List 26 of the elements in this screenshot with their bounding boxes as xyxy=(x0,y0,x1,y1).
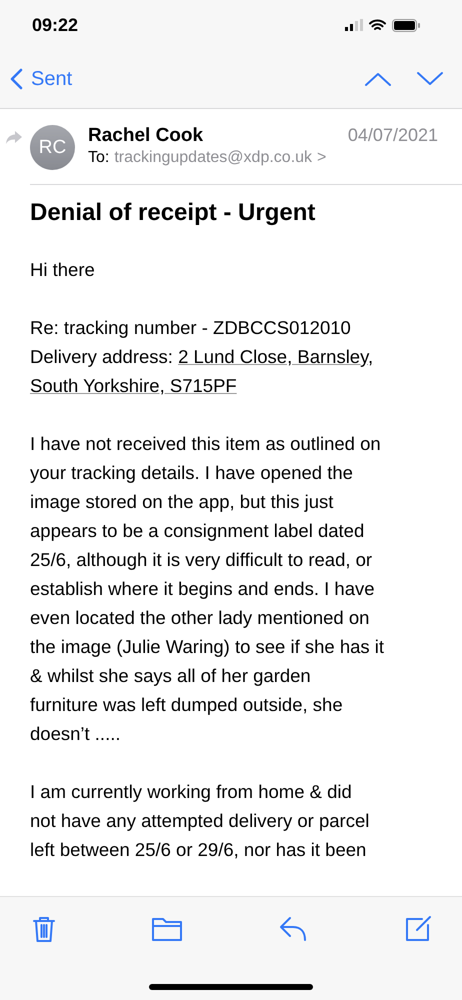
folder-icon[interactable] xyxy=(151,915,184,943)
signal-icon xyxy=(345,19,363,31)
reference-text: Re: tracking number - ZDBCCS012010 xyxy=(30,316,352,340)
previous-message-icon[interactable] xyxy=(364,71,392,87)
email-subject: Denial of receipt - Urgent xyxy=(30,199,316,227)
sender-avatar: RC xyxy=(30,125,75,170)
address-link[interactable]: 2 Lund Close, Barnsley, xyxy=(178,346,374,367)
address-link[interactable]: South Yorkshire, S715PF xyxy=(30,375,237,396)
sender-name: Rachel Cook xyxy=(88,125,204,147)
body-paragraph: I have not received this item as outlined on your tracking details. I have opened the image stored on the app, but this just appears to be a consignment label dated 25/6, although it is very difficult to read, or establish where it begins and ends. I have even located the other lady mentioned on the image (Julie Waring) to see if she has it & whilst she says all of her garden furniture was left dumped outside, she doesn’t ..... xyxy=(30,432,386,746)
reply-icon[interactable] xyxy=(278,915,309,943)
to-label: To: xyxy=(88,149,110,167)
compose-icon[interactable] xyxy=(404,915,432,943)
status-time: 09:22 xyxy=(32,14,78,36)
greeting-text: Hi there xyxy=(30,258,96,282)
back-chevron-icon xyxy=(10,68,23,90)
body-paragraph: I am currently working from home & did not have any attempted delivery or parcel left between 25/6 or 29/6, nor has it been xyxy=(30,780,370,862)
next-message-icon[interactable] xyxy=(416,71,444,87)
back-button[interactable]: Sent xyxy=(10,68,72,90)
trash-icon[interactable] xyxy=(32,915,56,943)
wifi-icon xyxy=(369,18,386,32)
battery-icon xyxy=(392,18,420,32)
details-chevron[interactable]: > xyxy=(317,149,326,167)
message-date: 04/07/2021 xyxy=(348,125,438,146)
recipient-address[interactable]: trackingupdates@xdp.co.uk xyxy=(114,149,312,167)
address-label: Delivery address: xyxy=(30,346,173,367)
